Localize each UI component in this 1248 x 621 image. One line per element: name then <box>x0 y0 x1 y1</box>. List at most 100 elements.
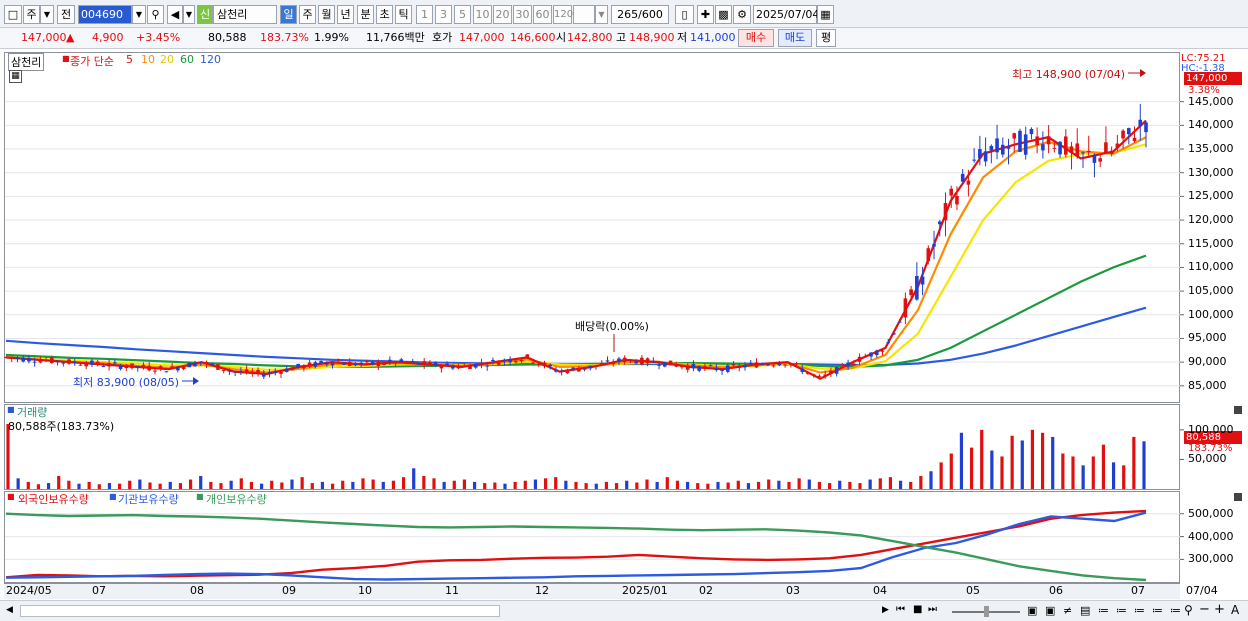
candle-body <box>909 289 913 296</box>
chart-tool-2-icon[interactable]: ≔ <box>1116 604 1127 617</box>
zoom-in-icon[interactable]: + <box>1214 602 1225 617</box>
scroll-track[interactable] <box>20 605 500 617</box>
legend-individual: 개인보유수량 <box>206 493 267 506</box>
candle-body <box>239 370 243 373</box>
volume-bar <box>381 481 385 489</box>
price-y-tick: 100,000 <box>1188 307 1234 321</box>
candle-body <box>164 371 169 373</box>
candle-body <box>960 173 965 182</box>
candle-body <box>800 368 805 372</box>
candle-body <box>514 360 518 363</box>
candle-body <box>611 363 616 365</box>
chart-tool-5-icon[interactable]: ≔ <box>1170 604 1181 617</box>
volume-bar <box>513 481 517 489</box>
candle-body <box>302 365 306 369</box>
candle-body <box>989 145 994 151</box>
candle-body <box>176 367 180 371</box>
zoom-slider-thumb[interactable] <box>984 606 989 617</box>
volume-bar <box>300 477 304 489</box>
x-axis-label: 04 <box>873 584 887 597</box>
volume-bar <box>239 478 243 489</box>
volume-close-icon[interactable] <box>1234 406 1242 414</box>
candle-body <box>256 369 260 374</box>
volume-bar <box>1111 462 1116 489</box>
legend-institution: 기관보유수량 <box>118 493 179 506</box>
candle-body <box>27 357 31 362</box>
candle-body <box>38 360 43 363</box>
candle-body <box>1132 137 1137 142</box>
candle-body <box>15 357 20 359</box>
candle-body <box>1058 141 1062 155</box>
scroll-left-icon[interactable]: ◀ <box>6 605 13 615</box>
volume-bar <box>574 481 578 489</box>
chart-tool-3-icon[interactable]: ≔ <box>1134 604 1145 617</box>
volume-bar <box>1132 436 1136 489</box>
first-page-icon[interactable]: ⏮ <box>896 604 905 615</box>
candle-body <box>743 365 747 368</box>
zoom-search-icon[interactable]: ⚲ <box>1184 603 1193 617</box>
candle-body <box>61 362 66 364</box>
legend-ma10: 10 <box>141 53 155 66</box>
candle-body <box>221 369 226 371</box>
price-y-tick: 130,000 <box>1188 165 1234 179</box>
ma-line-60 <box>5 254 1147 369</box>
grid-toggle-icon[interactable]: ▦ <box>9 70 22 83</box>
candle-body <box>880 350 885 352</box>
volume-bar <box>493 482 497 489</box>
volume-bar <box>26 481 30 489</box>
volume-bar <box>67 480 71 489</box>
volume-bar <box>1030 429 1035 489</box>
candle-body <box>559 370 564 372</box>
layout-3-icon[interactable]: ≠ <box>1063 604 1072 617</box>
volume-bar <box>625 480 629 489</box>
candle-body <box>473 364 478 368</box>
layout-2-icon[interactable]: ▣ <box>1045 604 1055 617</box>
last-page-icon[interactable]: ⏭ <box>928 604 937 615</box>
scroll-right-icon[interactable]: ▶ <box>882 605 889 615</box>
font-size-icon[interactable]: A <box>1231 603 1239 617</box>
volume-bar <box>158 483 162 489</box>
candle-body <box>685 366 690 370</box>
chart-tool-1-icon[interactable]: ≔ <box>1098 604 1109 617</box>
candle-body <box>422 361 426 365</box>
zoom-out-icon[interactable]: − <box>1199 602 1210 617</box>
candle-body <box>141 364 146 368</box>
price-y-tick: 125,000 <box>1188 189 1234 203</box>
candle-body <box>680 365 684 368</box>
ma-line-5 <box>5 119 1147 380</box>
candle-body <box>1086 150 1091 153</box>
candle-body <box>978 149 982 159</box>
volume-bar <box>594 483 598 489</box>
price-y-tick: 145,000 <box>1188 94 1234 108</box>
candle-body <box>628 359 633 362</box>
volume-bar <box>604 481 609 489</box>
volume-bar <box>1091 456 1095 489</box>
volume-y-tick: 50,000 <box>1188 452 1227 466</box>
layout-1-icon[interactable]: ▣ <box>1027 604 1037 617</box>
candle-body <box>1046 136 1051 145</box>
x-axis-label: 11 <box>445 584 459 597</box>
candle-body <box>674 364 679 367</box>
stop-icon[interactable]: ■ <box>913 604 922 615</box>
holding-close-icon[interactable] <box>1234 493 1242 501</box>
volume-bar <box>878 478 882 489</box>
legend-ma20: 20 <box>160 53 174 66</box>
volume-bar <box>16 478 20 489</box>
chart-tool-4-icon[interactable]: ≔ <box>1152 604 1163 617</box>
candle-body <box>365 361 369 363</box>
candle-body <box>668 360 673 366</box>
layout-4-icon[interactable]: ▤ <box>1080 604 1090 617</box>
holding-line-0 <box>5 509 1147 579</box>
candle-body <box>640 357 644 365</box>
volume-bar <box>827 483 832 489</box>
candle-body <box>158 366 163 368</box>
candle-body <box>920 276 925 285</box>
volume-bar <box>483 483 487 489</box>
volume-bar <box>401 477 406 489</box>
candle-body <box>582 368 587 370</box>
scroll-bar[interactable]: ◀ ▶ ⏮ ■ ⏭ ▣ ▣ ≠ ▤ ≔ ≔ ≔ ≔ ≔ ⚲ − + A <box>0 600 1248 621</box>
volume-bar <box>675 480 680 489</box>
volume-bar <box>1061 453 1065 489</box>
volume-bar <box>807 479 811 489</box>
volume-bar <box>341 480 345 489</box>
